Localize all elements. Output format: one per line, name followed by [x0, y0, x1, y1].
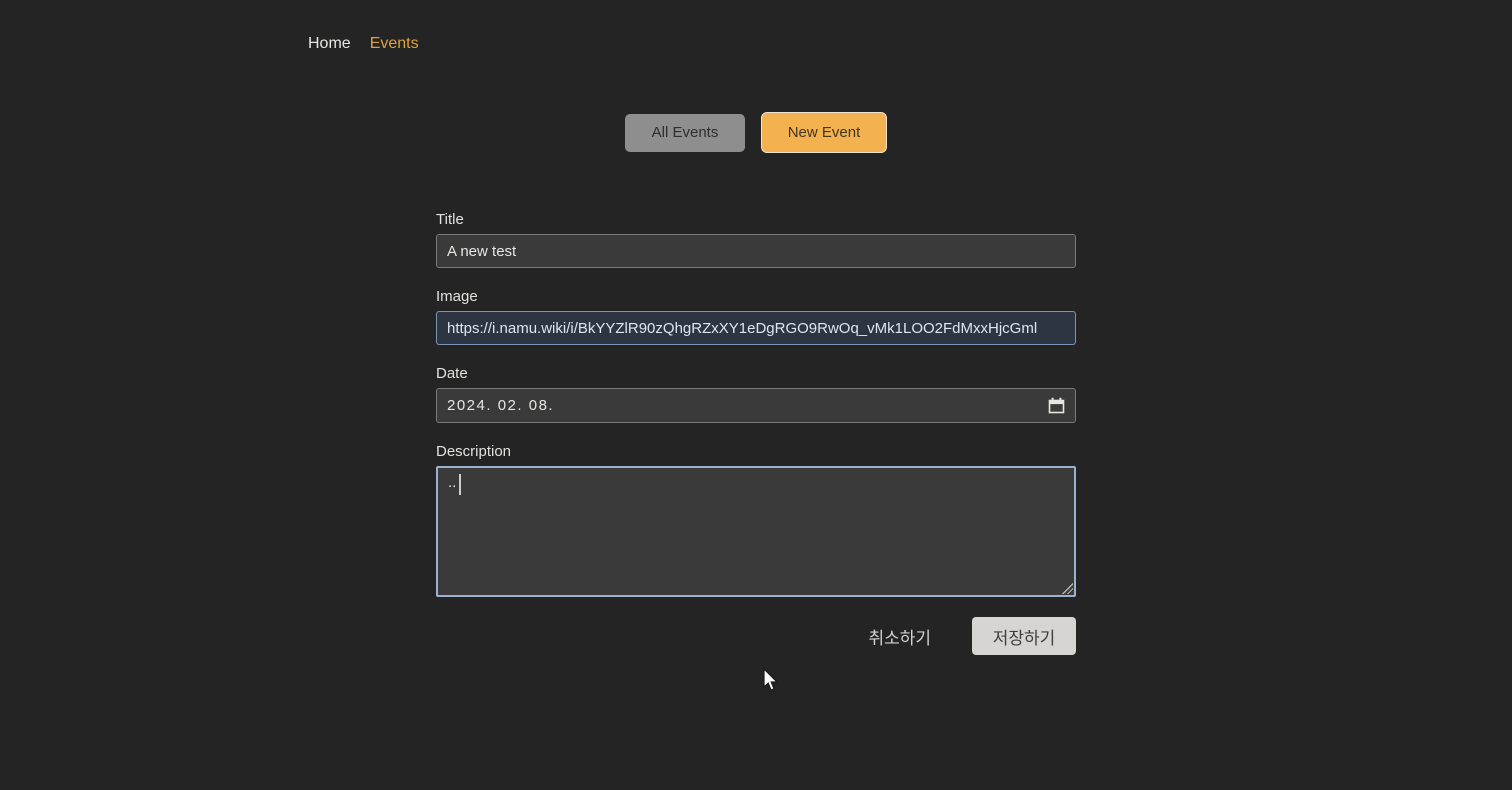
date-input[interactable]	[436, 388, 1076, 423]
title-label: Title	[436, 211, 464, 228]
top-nav: Home Events	[308, 35, 419, 53]
new-event-button[interactable]: New Event	[761, 112, 887, 153]
cancel-button[interactable]: 취소하기	[868, 624, 931, 649]
image-field-group: Image	[436, 288, 1076, 345]
date-label: Date	[436, 365, 468, 382]
nav-link-events[interactable]: Events	[370, 35, 419, 53]
date-field-group: Date	[436, 365, 1076, 423]
page: Home Events All Events New Event Title I…	[0, 0, 1512, 790]
save-button[interactable]: 저장하기	[972, 617, 1076, 655]
title-input[interactable]	[436, 234, 1076, 268]
new-event-form: Title Image Date Description ..	[436, 211, 1076, 655]
form-actions: 취소하기 저장하기	[436, 617, 1076, 655]
nav-link-home[interactable]: Home	[308, 35, 351, 53]
all-events-button[interactable]: All Events	[625, 113, 745, 152]
description-label: Description	[436, 443, 512, 460]
events-tab-row: All Events New Event	[0, 112, 1512, 153]
description-textarea[interactable]: ..	[436, 466, 1076, 597]
description-field-group: Description ..	[436, 443, 1076, 597]
calendar-icon[interactable]	[1048, 397, 1065, 414]
description-textarea-wrap: ..	[436, 466, 1076, 597]
textarea-resize-handle[interactable]	[1062, 583, 1073, 594]
image-url-input[interactable]	[436, 311, 1076, 345]
image-label: Image	[436, 288, 478, 305]
title-field-group: Title	[436, 211, 1076, 268]
date-input-wrap	[436, 388, 1076, 423]
mouse-cursor-arrow	[763, 668, 779, 691]
